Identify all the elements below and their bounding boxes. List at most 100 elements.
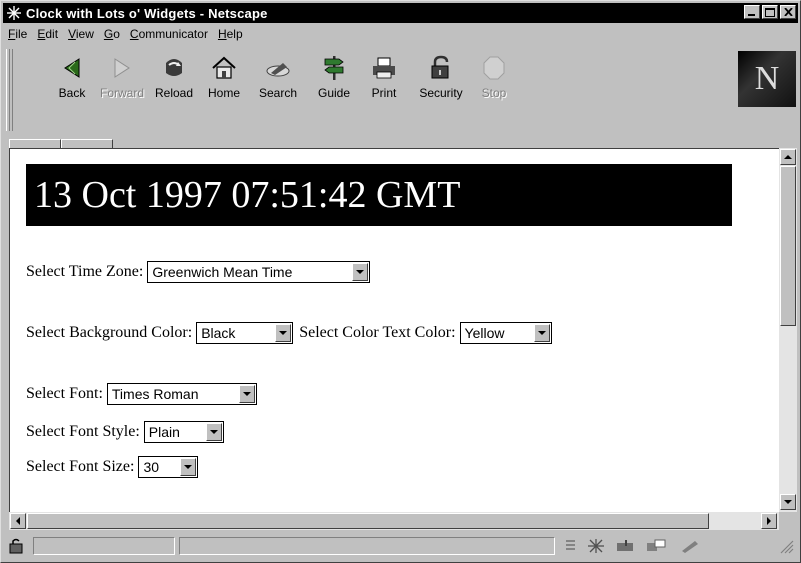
scroll-up-button[interactable]: [780, 149, 796, 165]
font-size-select[interactable]: 30: [138, 456, 199, 478]
stop-button[interactable]: Stop: [469, 51, 519, 111]
status-progress-panel: [33, 537, 175, 555]
menu-bar: File Edit View Go Communicator Help: [3, 24, 798, 44]
clock-display: 13 Oct 1997 07:51:42 GMT: [26, 164, 732, 226]
font-style-select[interactable]: Plain: [143, 421, 224, 443]
minimize-button[interactable]: [744, 5, 760, 19]
page-content: 13 Oct 1997 07:51:42 GMT Select Time Zon…: [9, 148, 779, 512]
guide-label: Guide: [317, 86, 351, 100]
menu-help[interactable]: Help: [213, 27, 248, 41]
component-bar-separator-icon: [566, 540, 575, 550]
dropdown-arrow-icon[interactable]: [205, 423, 222, 441]
time-zone-select[interactable]: Greenwich Mean Time: [147, 261, 371, 283]
scroll-up-icon: [784, 155, 792, 159]
menu-edit[interactable]: Edit: [32, 27, 63, 41]
discussion-groups-icon[interactable]: [645, 538, 667, 554]
menu-communicator-accel: C: [129, 27, 139, 41]
horizontal-scroll-thumb[interactable]: [27, 513, 709, 529]
reload-button[interactable]: Reload: [149, 51, 199, 111]
menu-file[interactable]: File: [3, 27, 32, 41]
dropdown-arrow-icon[interactable]: [238, 385, 255, 403]
guide-signpost-icon: [324, 56, 344, 80]
toolbar-grip[interactable]: [6, 49, 13, 131]
font-row: Select Font: Times Roman: [26, 383, 257, 405]
toolbar-tab-flap-1[interactable]: [9, 139, 61, 148]
navigator-icon[interactable]: [585, 538, 607, 554]
maximize-icon: [765, 7, 775, 17]
navigation-toolbar: Back Forward Reload Home Search Guide Pr…: [3, 45, 798, 148]
status-bar: [3, 534, 798, 558]
back-button[interactable]: Back: [47, 51, 97, 111]
home-button[interactable]: Home: [199, 51, 249, 111]
resize-grip-icon[interactable]: [773, 538, 795, 554]
menu-view-accel: V: [68, 27, 76, 41]
font-style-row: Select Font Style: Plain: [26, 421, 224, 443]
close-button[interactable]: [780, 5, 796, 19]
font-size-row: Select Font Size: 30: [26, 456, 199, 478]
scroll-right-button[interactable]: [761, 513, 777, 529]
font-value: Times Roman: [111, 386, 199, 402]
security-lock-status-icon[interactable]: [7, 538, 29, 554]
security-button[interactable]: Security: [411, 51, 471, 111]
browser-window: Clock with Lots o' Widgets - Netscape Fi…: [0, 0, 801, 563]
toolbar-tab-flap-2[interactable]: [61, 139, 113, 148]
title-bar: Clock with Lots o' Widgets - Netscape: [3, 3, 798, 23]
bg-color-value: Black: [201, 325, 236, 341]
font-size-label: Select Font Size:: [26, 458, 135, 475]
search-button[interactable]: Search: [253, 51, 303, 111]
menu-help-label: elp: [226, 27, 243, 41]
menu-communicator[interactable]: Communicator: [125, 27, 213, 41]
menu-view-label: iew: [75, 27, 94, 41]
menu-communicator-label: ommunicator: [138, 27, 208, 41]
time-zone-label: Select Time Zone:: [26, 263, 144, 280]
stop-label: Stop: [481, 86, 507, 100]
scroll-right-icon: [767, 517, 771, 525]
minimize-icon: [748, 14, 755, 16]
security-label: Security: [419, 86, 463, 100]
forward-arrow-icon: [114, 58, 130, 78]
font-size-value: 30: [143, 459, 160, 475]
vertical-scrollbar[interactable]: [779, 148, 797, 512]
dropdown-arrow-icon[interactable]: [533, 324, 550, 342]
menu-go[interactable]: Go: [99, 27, 125, 41]
netscape-app-icon: [7, 6, 21, 20]
back-arrow-icon: [64, 58, 80, 78]
dropdown-arrow-icon[interactable]: [352, 263, 369, 281]
stop-sign-icon: [483, 56, 505, 80]
reload-icon: [166, 59, 182, 76]
home-icon: [212, 56, 236, 79]
scroll-down-button[interactable]: [780, 494, 796, 510]
composer-icon[interactable]: [679, 538, 701, 554]
forward-button[interactable]: Forward: [97, 51, 147, 111]
bg-color-select[interactable]: Black: [196, 322, 294, 344]
dropdown-arrow-icon[interactable]: [275, 324, 292, 342]
search-flashlight-icon: [266, 63, 290, 77]
horizontal-scrollbar[interactable]: [9, 512, 779, 530]
guide-button[interactable]: Guide: [309, 51, 359, 111]
forward-label: Forward: [99, 86, 144, 100]
close-icon: [783, 8, 793, 16]
netscape-logo: N: [738, 51, 796, 107]
font-label: Select Font:: [26, 385, 103, 402]
color-row: Select Background Color: Black Select Co…: [26, 322, 552, 344]
menu-edit-label: dit: [45, 27, 59, 41]
menu-go-label: o: [113, 27, 120, 41]
dropdown-arrow-icon[interactable]: [180, 458, 197, 476]
padlock-icon: [431, 55, 449, 79]
bg-color-label: Select Background Color:: [26, 324, 193, 341]
maximize-button[interactable]: [762, 5, 778, 19]
printer-icon: [373, 57, 395, 79]
scroll-left-button[interactable]: [10, 513, 26, 529]
vertical-scroll-thumb[interactable]: [780, 166, 796, 326]
font-select[interactable]: Times Roman: [106, 383, 257, 405]
scroll-left-icon: [16, 517, 20, 525]
scroll-down-icon: [784, 500, 792, 504]
search-label: Search: [258, 86, 298, 100]
time-zone-value: Greenwich Mean Time: [152, 264, 293, 280]
font-style-value: Plain: [148, 424, 180, 440]
menu-view[interactable]: View: [63, 27, 99, 41]
mailbox-icon[interactable]: [615, 538, 637, 554]
print-button[interactable]: Print: [359, 51, 409, 111]
text-color-select[interactable]: Yellow: [459, 322, 552, 344]
back-label: Back: [58, 86, 86, 100]
